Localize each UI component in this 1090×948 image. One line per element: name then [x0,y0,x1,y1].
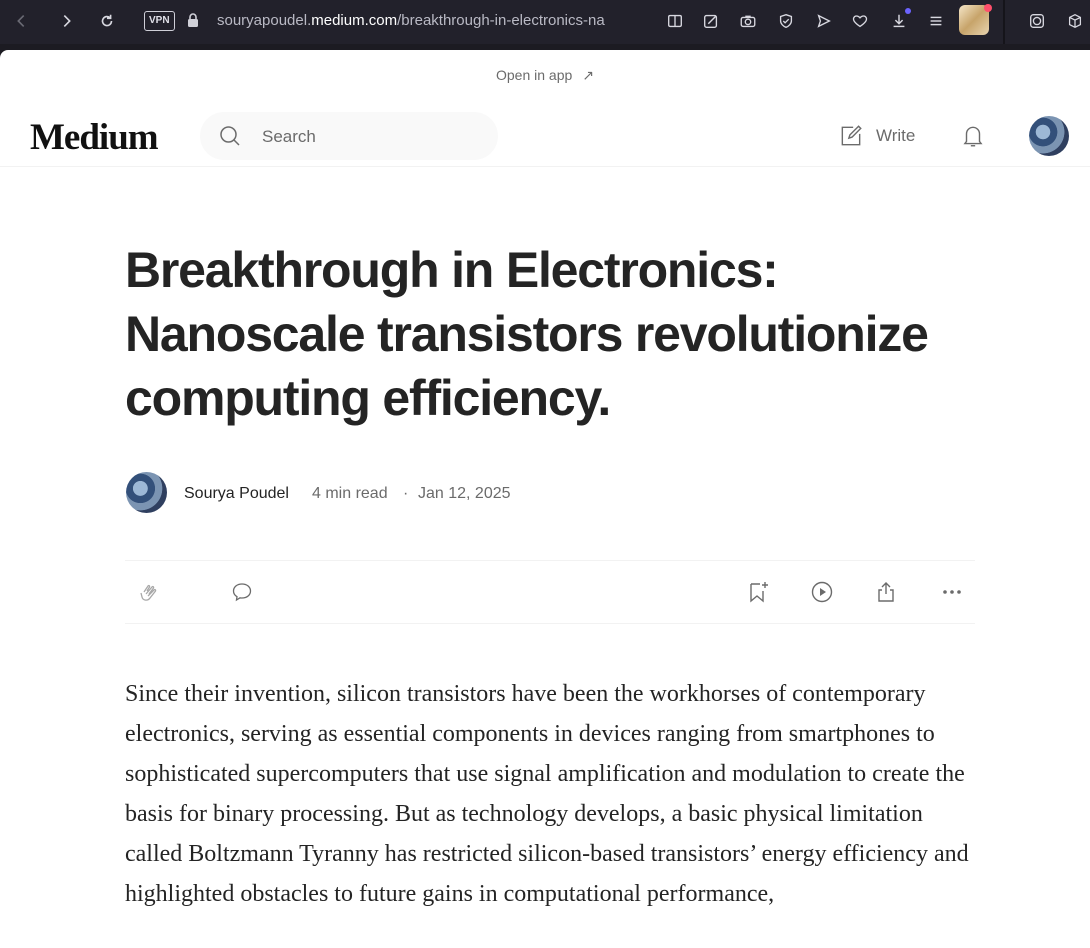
extension-icon[interactable] [1026,10,1048,32]
reload-icon[interactable] [96,10,118,32]
comment-icon[interactable] [229,579,255,605]
heart-icon[interactable] [849,10,871,32]
author-avatar[interactable] [126,472,167,513]
download-indicator [905,8,911,14]
listen-icon[interactable] [809,579,835,605]
search-icon [220,126,240,146]
article-action-bar [125,560,975,624]
article-body-paragraph: Since their invention, silicon transisto… [125,681,969,907]
send-icon[interactable] [813,10,835,32]
notification-dot [984,4,992,12]
url-subdomain: souryapoudel. [217,12,312,29]
forward-icon[interactable] [56,10,78,32]
shield-icon[interactable] [775,10,797,32]
open-in-app-link[interactable]: Open in app ↗ [0,67,1090,84]
url-domain: medium.com [311,12,398,29]
page-content: Open in app ↗ Medium Write Breakthrough i… [0,50,1090,948]
medium-logo[interactable]: Medium [30,116,159,159]
box-icon[interactable] [1064,10,1086,32]
edit-icon[interactable] [700,10,722,32]
address-bar[interactable]: VPN souryapoudel.medium.com/breakthrough… [140,6,1000,36]
camera-icon[interactable] [737,10,759,32]
write-label: Write [876,126,916,145]
more-icon[interactable] [939,579,965,605]
publish-date: Jan 12, 2025 [418,485,511,502]
read-time: 4 min read [312,485,388,502]
share-icon[interactable] [873,579,899,605]
site-header: Medium Write [0,106,1090,167]
url-text[interactable]: souryapoudel.medium.com/breakthrough-in-… [217,12,642,29]
search-box[interactable] [200,112,498,160]
author-byline: Sourya Poudel 4 min read · Jan 12, 2025 [125,472,975,514]
search-input[interactable] [260,125,484,149]
lock-icon[interactable] [186,12,200,28]
write-icon [841,125,862,146]
byline-separator: · [403,485,409,502]
author-name[interactable]: Sourya Poudel [184,485,289,503]
write-button[interactable]: Write [838,122,915,150]
bookmark-add-icon[interactable] [745,579,771,605]
browser-toolbar: VPN souryapoudel.medium.com/breakthrough… [0,0,1090,44]
menu-icon[interactable] [925,10,947,32]
reader-view-icon[interactable] [664,10,686,32]
user-avatar[interactable] [1029,116,1069,156]
article-title: Breakthrough in Electronics: Nanoscale t… [125,242,929,426]
open-in-app-label[interactable]: Open in app [496,67,572,83]
vpn-badge[interactable]: VPN [144,11,175,31]
toolbar-divider [1003,0,1005,44]
arrow-up-right-icon: ↗ [582,67,595,83]
notifications-bell-icon[interactable] [960,123,986,149]
url-path: /breakthrough-in-electronics-na [397,12,605,29]
clap-icon[interactable] [136,579,162,605]
back-icon[interactable] [10,10,32,32]
